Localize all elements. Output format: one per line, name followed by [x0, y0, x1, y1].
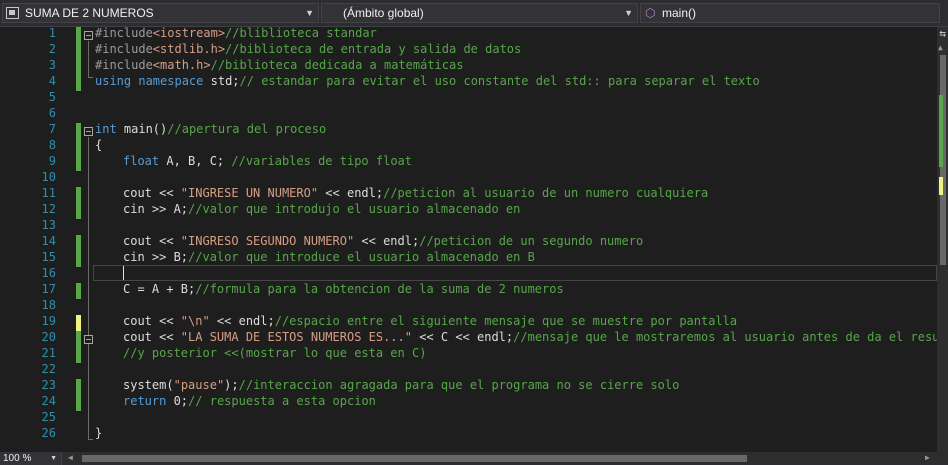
code-line-23: system("pause");//interaccion agragada p…: [123, 378, 680, 392]
line-number: 21: [41, 346, 56, 360]
outline-guide-end: [88, 77, 93, 78]
line-number: 7: [48, 122, 56, 136]
text-caret: [123, 266, 124, 280]
code-line-20: cout << "LA SUMA DE ESTOS NUMEROS ES..."…: [123, 330, 937, 344]
project-name: SUMA DE 2 NUMEROS: [25, 6, 154, 20]
zoom-level: 100 %: [3, 453, 32, 464]
code-editor[interactable]: 1 2 3 4 5 6 7 8 9 10 11 12 13 14 15 16 17 18 19 20 21 22 23 24 2…: [0, 27, 937, 452]
line-number-gutter: 1 2 3 4 5 6 7 8 9 10 11 12 13 14 15 16 17 18 19 20 21 22 23 24 2…: [0, 27, 93, 452]
chevron-down-icon: ▼: [305, 8, 314, 18]
outline-guide: [88, 41, 89, 77]
scope-name: (Ámbito global): [343, 6, 424, 20]
line-number: 19: [41, 314, 56, 328]
code-line-7: int main()//apertura del proceso: [95, 122, 327, 136]
outline-guide: [88, 137, 89, 439]
line-number: 11: [41, 186, 56, 200]
line-number: 13: [41, 218, 56, 232]
navigation-bar: SUMA DE 2 NUMEROS ▼ (Ámbito global) ▼ ⬡ …: [0, 0, 948, 27]
line-number: 5: [48, 90, 56, 104]
code-line-9: float A, B, C; //variables de tipo float: [123, 154, 412, 168]
change-bar-saved: [76, 27, 81, 91]
change-bar-saved: [76, 331, 81, 363]
line-number: 3: [48, 58, 56, 72]
editor-bottom-bar: 100 % ▼ ◀ ▶: [0, 452, 948, 465]
change-bar-saved: [76, 235, 81, 267]
function-icon: ⬡: [645, 6, 656, 20]
line-number: 10: [41, 170, 56, 184]
line-number: 12: [41, 202, 56, 216]
code-line-4: using namespace std;// estandar para evi…: [95, 74, 760, 88]
code-line-24: return 0;// respuesta a esta opcion: [123, 394, 376, 408]
zoom-dropdown[interactable]: 100 % ▼: [0, 452, 62, 465]
outline-guide-end: [88, 439, 93, 440]
collapse-comment-button[interactable]: [84, 335, 93, 344]
project-icon: [6, 7, 19, 19]
line-number: 16: [41, 266, 56, 280]
line-number: 6: [48, 106, 56, 120]
code-line-1: #include<iostream>//bliblioteca standar: [95, 27, 377, 40]
line-number: 20: [41, 330, 56, 344]
code-line-12: cin >> A;//valor que introdujo el usuari…: [123, 202, 521, 216]
line-number: 18: [41, 298, 56, 312]
code-line-26: }: [95, 426, 103, 440]
project-dropdown[interactable]: SUMA DE 2 NUMEROS ▼: [2, 3, 319, 23]
vertical-scrollbar[interactable]: ⇆ ▲: [937, 27, 948, 452]
line-number: 4: [48, 74, 56, 88]
change-bar-saved: [76, 283, 81, 299]
change-bar-unsaved: [76, 315, 81, 331]
line-number: 23: [41, 378, 56, 392]
current-line-highlight: [93, 265, 937, 281]
code-line-19: cout << "\n" << endl;//espacio entre el …: [123, 314, 738, 328]
code-line-15: cin >> B;//valor que introduce el usuari…: [123, 250, 535, 264]
line-number: 15: [41, 250, 56, 264]
scroll-up-arrow-icon[interactable]: ▲: [938, 43, 943, 52]
line-number: 24: [41, 394, 56, 408]
code-line-3: #include<math.h>//biblioteca dedicada a …: [95, 58, 464, 72]
code-line-8: {: [95, 138, 103, 152]
collapse-include-block-button[interactable]: [84, 31, 93, 40]
change-bar-saved: [76, 187, 81, 219]
collapse-main-button[interactable]: [84, 127, 93, 136]
scroll-right-arrow-icon[interactable]: ▶: [925, 453, 930, 462]
change-bar-saved: [76, 123, 81, 171]
line-number: 9: [48, 154, 56, 168]
code-line-11: cout << "INGRESE UN NUMERO" << endl;//pe…: [123, 186, 709, 200]
line-number: 25: [41, 410, 56, 424]
member-dropdown[interactable]: ⬡ main(): [640, 3, 940, 23]
split-window-icon[interactable]: ⇆: [937, 27, 948, 41]
code-line-17: C = A + B;//formula para la obtencion de…: [123, 282, 564, 296]
line-number: 14: [41, 234, 56, 248]
change-bar-saved: [76, 379, 81, 411]
member-name: main(): [662, 6, 697, 20]
scrollbar-change-marker-unsaved: [939, 177, 943, 195]
line-number: 8: [48, 138, 56, 152]
code-line-21: //y posterior <<(mostrar lo que esta en …: [123, 346, 427, 360]
line-number: 2: [48, 42, 56, 56]
scrollbar-change-marker-saved: [939, 95, 943, 167]
chevron-down-icon: ▼: [50, 455, 57, 462]
scroll-left-arrow-icon[interactable]: ◀: [68, 453, 73, 462]
line-number: 17: [41, 282, 56, 296]
horizontal-scroll-thumb[interactable]: [82, 455, 747, 462]
line-number: 1: [48, 27, 56, 40]
chevron-down-icon: ▼: [624, 8, 633, 18]
line-number: 26: [41, 426, 56, 440]
code-line-2: #include<stdlib.h>//biblioteca de entrad…: [95, 42, 522, 56]
line-number: 22: [41, 362, 56, 376]
scope-dropdown[interactable]: (Ámbito global) ▼: [321, 3, 638, 23]
code-line-14: cout << "INGRESO SEGUNDO NUMERO" << endl…: [123, 234, 644, 248]
